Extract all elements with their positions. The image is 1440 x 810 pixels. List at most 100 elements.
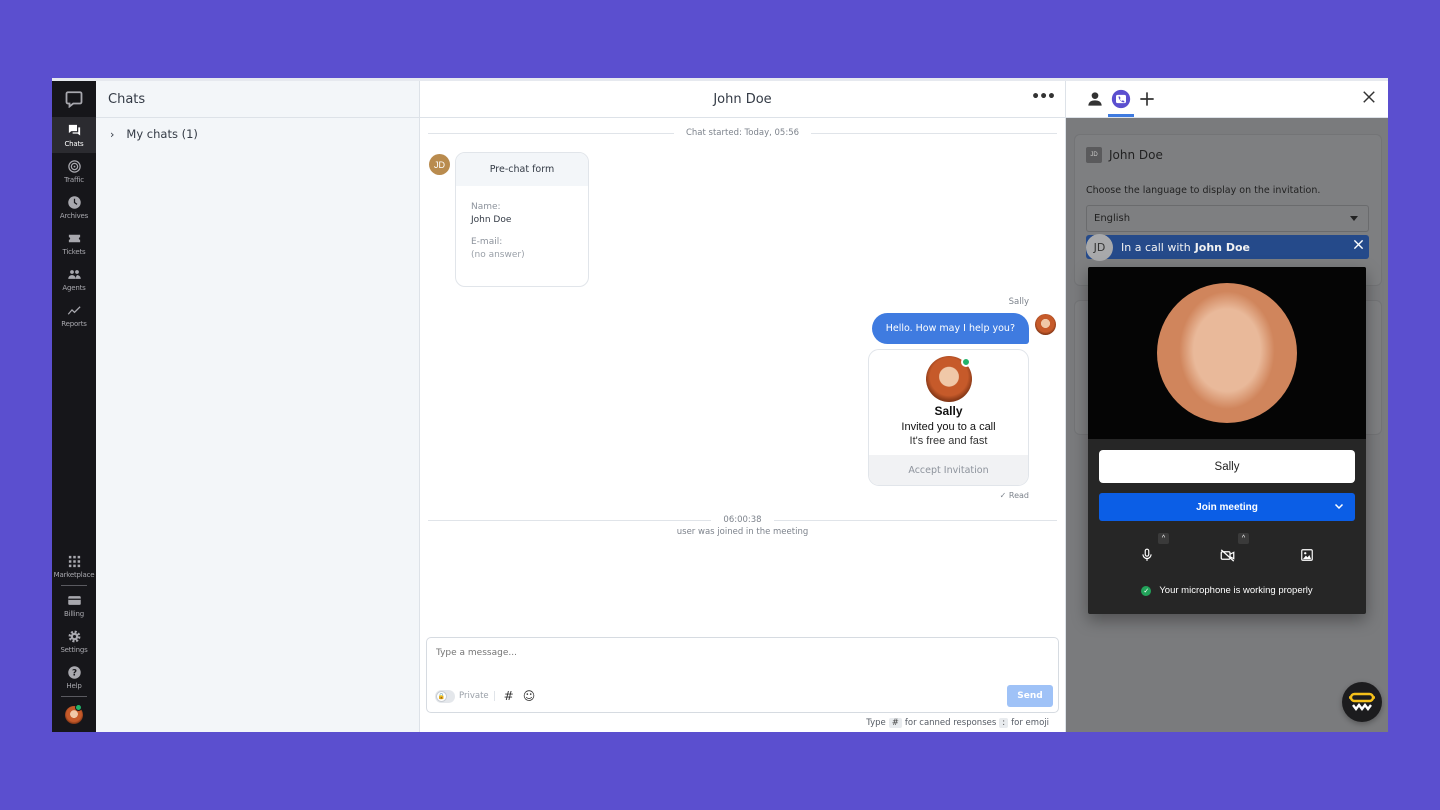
join-meeting-label: Join meeting <box>1196 501 1258 513</box>
emoji-icon[interactable]: ☺ <box>523 689 536 703</box>
video-preview <box>1088 267 1366 439</box>
event-time: 06:00:38 <box>723 515 762 525</box>
sidebar-item-archives[interactable]: Archives <box>52 189 96 225</box>
sidebar-item-agents[interactable]: Agents <box>52 261 96 297</box>
hint-key: : <box>999 718 1009 728</box>
sidebar-item-label: Tickets <box>62 247 86 256</box>
chat-started-text: Chat started: Today, 05:56 <box>685 128 800 138</box>
chevron-down-icon[interactable] <box>1333 500 1345 515</box>
chevron-up-icon[interactable]: ^ <box>1158 533 1169 544</box>
video-call-icon[interactable] <box>1108 88 1134 117</box>
sidebar-item-tickets[interactable]: Tickets <box>52 225 96 261</box>
app-window: Chats Traffic Archives Tickets Agents Re… <box>52 78 1388 732</box>
call-status-bar: JD In a call with John Doe <box>1086 233 1366 261</box>
send-button[interactable]: Send <box>1007 685 1053 707</box>
chat-panel: John Doe ••• Chat started: Today, 05:56 … <box>420 81 1066 732</box>
person-icon[interactable] <box>1084 88 1106 110</box>
chat-started-separator: Chat started: Today, 05:56 <box>428 126 1057 140</box>
chat-group-my-chats[interactable]: › My chats (1) <box>96 118 419 150</box>
sidebar-item-chats[interactable]: Chats <box>52 117 96 153</box>
close-icon[interactable] <box>1353 239 1364 253</box>
more-options-icon[interactable]: ••• <box>1031 89 1056 105</box>
close-icon[interactable] <box>1362 90 1376 109</box>
help-icon: ? <box>67 665 81 679</box>
prechat-form-title: Pre-chat form <box>456 153 588 186</box>
visitor-avatar: JD <box>429 154 450 175</box>
prechat-name-value: John Doe <box>471 215 512 225</box>
meeting-prejoin-window: Join meeting ^ ^ <box>1088 267 1366 614</box>
chat-title: John Doe <box>713 91 772 107</box>
online-status-icon <box>75 704 82 711</box>
language-value: English <box>1094 213 1131 224</box>
visitor-card: JD John Doe Choose the language to displ… <box>1074 134 1382 286</box>
message-input[interactable] <box>436 648 836 658</box>
caret-down-icon <box>1350 216 1358 221</box>
prechat-name-label: Name: <box>471 202 501 212</box>
visitor-avatar: JD <box>1086 147 1102 163</box>
sidebar-item-traffic[interactable]: Traffic <box>52 153 96 189</box>
sidebar-nav: Chats Traffic Archives Tickets Agents Re… <box>52 81 96 732</box>
sidebar-item-label: Agents <box>62 283 86 292</box>
prechat-email-value: (no answer) <box>471 250 525 260</box>
nav-divider <box>61 696 87 697</box>
sidebar-item-label: Settings <box>60 645 88 654</box>
join-meeting-button[interactable]: Join meeting <box>1099 493 1355 521</box>
chevron-up-icon[interactable]: ^ <box>1238 533 1249 544</box>
message-sender-name: Sally <box>1008 297 1029 307</box>
microphone-status: ✓ Your microphone is working properly <box>1088 585 1366 596</box>
hint-key: # <box>888 718 902 728</box>
widget-launcher-icon[interactable] <box>1342 682 1382 722</box>
hint-text: for emoji <box>1011 718 1049 728</box>
language-prompt: Choose the language to display on the in… <box>1086 185 1321 196</box>
archives-icon <box>67 195 81 209</box>
event-separator: 06:00:38 <box>428 513 1057 527</box>
invite-subtext: It's free and fast <box>909 435 988 447</box>
check-circle-icon: ✓ <box>1141 585 1152 596</box>
chat-header: John Doe ••• <box>420 81 1065 118</box>
panel-tabs <box>1066 81 1388 118</box>
invite-text: Invited you to a call <box>901 421 996 433</box>
chats-list-title: Chats <box>96 81 419 118</box>
display-name-input[interactable] <box>1099 450 1355 483</box>
marketplace-icon <box>68 555 80 567</box>
chevron-right-icon: › <box>110 127 115 141</box>
invite-name: Sally <box>934 404 963 418</box>
sidebar-item-label: Billing <box>63 609 85 618</box>
call-invitation-card: Sally Invited you to a call It's free an… <box>868 349 1029 486</box>
invite-avatar <box>925 356 972 402</box>
sidebar-item-marketplace[interactable]: Marketplace <box>52 548 96 584</box>
accept-invitation-button[interactable]: Accept Invitation <box>869 455 1028 485</box>
camera-off-icon[interactable]: ^ <box>1217 533 1249 565</box>
online-status-icon <box>960 357 971 367</box>
billing-icon <box>67 595 81 605</box>
sidebar-item-billing[interactable]: Billing <box>52 587 96 623</box>
message-composer: 🔒 Private # ☺ Send <box>426 637 1059 713</box>
agents-icon <box>67 269 81 279</box>
user-avatar[interactable] <box>52 698 96 732</box>
svg-text:?: ? <box>71 668 76 678</box>
visitor-name: John Doe <box>1109 148 1163 162</box>
canned-responses-icon[interactable]: # <box>504 689 514 703</box>
hint-text: Type <box>866 718 886 728</box>
background-image-icon[interactable] <box>1297 545 1317 565</box>
chats-icon <box>68 124 80 135</box>
logo-icon[interactable] <box>52 81 96 117</box>
sidebar-item-help[interactable]: ? Help <box>52 659 96 695</box>
caller-avatar: JD <box>1086 233 1113 261</box>
call-status-prefix: In a call with <box>1121 240 1191 254</box>
participant-video-avatar <box>1157 283 1297 423</box>
microphone-icon[interactable]: ^ <box>1137 533 1169 565</box>
private-label: Private <box>459 691 495 701</box>
sidebar-item-label: Help <box>66 681 82 690</box>
nav-divider <box>61 585 87 586</box>
sidebar-item-settings[interactable]: Settings <box>52 623 96 659</box>
private-toggle[interactable]: 🔒 <box>435 689 455 703</box>
settings-icon <box>68 630 80 642</box>
agent-message-bubble: Hello. How may I help you? <box>871 313 1029 344</box>
chat-group-label: My chats (1) <box>126 127 198 141</box>
read-receipt: ✓ Read <box>999 491 1029 500</box>
sidebar-bottom: Marketplace Billing Settings ? Help <box>52 548 96 732</box>
language-select[interactable]: English <box>1086 205 1369 232</box>
sidebar-item-reports[interactable]: Reports <box>52 297 96 333</box>
plus-icon[interactable] <box>1136 88 1158 110</box>
